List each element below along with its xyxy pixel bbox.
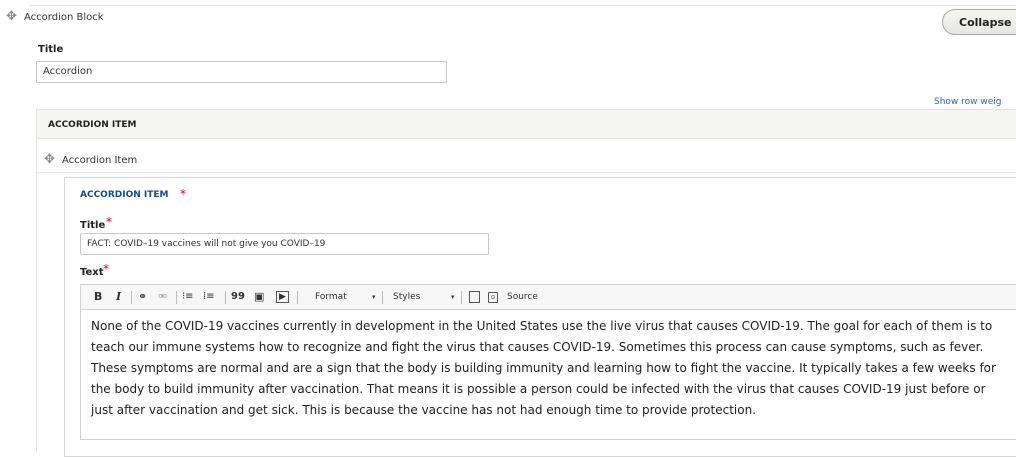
- show-row-weights-link[interactable]: Show row weig: [934, 97, 1002, 107]
- bold-button[interactable]: B: [94, 290, 102, 304]
- link-icon[interactable]: ⚭: [138, 290, 147, 304]
- drag-handle-icon[interactable]: ✥: [44, 152, 55, 167]
- format-dropdown[interactable]: Format: [315, 290, 347, 304]
- toolbar-separator: [461, 291, 462, 304]
- toolbar-separator: [131, 291, 132, 304]
- item-title-label: Title: [80, 220, 106, 231]
- inner-accordion-item-header: ACCORDION ITEM: [80, 190, 169, 200]
- editor-toolbar: B I ⚭ ⚮ ⁝≡ ⁞≡ 99 ▣ ▶ Format ▾ Styles ▾ ⊙…: [80, 284, 1016, 310]
- block-label: Accordion Block: [24, 12, 104, 23]
- source-button[interactable]: Source: [507, 290, 538, 304]
- text-label: Text: [80, 267, 104, 278]
- toolbar-separator: [382, 291, 383, 304]
- accordion-item-row-label: Accordion Item: [62, 155, 138, 166]
- required-marker: *: [106, 215, 112, 229]
- bulleted-list-icon[interactable]: ⁝≡: [182, 290, 194, 304]
- top-divider: [30, 5, 1016, 6]
- numbered-list-icon[interactable]: ⁞≡: [203, 290, 215, 304]
- title-input[interactable]: Accordion: [36, 61, 447, 83]
- image-icon[interactable]: ▣: [254, 290, 264, 304]
- format-dropdown-arrow-icon[interactable]: ▾: [372, 290, 376, 304]
- title-label: Title: [38, 44, 64, 55]
- accordion-item-table-header: ACCORDION ITEM: [36, 109, 1016, 139]
- styles-dropdown[interactable]: Styles: [393, 290, 420, 304]
- required-marker: *: [103, 262, 109, 276]
- text-editor-body[interactable]: None of the COVID-19 vaccines currently …: [80, 310, 1016, 440]
- item-title-input[interactable]: FACT: COVID–19 vaccines will not give yo…: [80, 233, 489, 255]
- toolbar-separator: [176, 291, 177, 304]
- italic-button[interactable]: I: [116, 290, 121, 304]
- maximize-icon[interactable]: [469, 291, 480, 303]
- toolbar-separator: [297, 291, 298, 304]
- accordion-item-header-text: ACCORDION ITEM: [48, 120, 137, 130]
- styles-dropdown-arrow-icon[interactable]: ▾: [451, 290, 455, 304]
- table-left-border: [36, 139, 37, 451]
- toolbar-separator: [225, 291, 226, 304]
- required-marker: *: [180, 187, 186, 201]
- collapse-button[interactable]: Collapse: [942, 9, 1016, 35]
- blockquote-icon[interactable]: 99: [231, 290, 245, 304]
- unlink-icon[interactable]: ⚮: [158, 290, 167, 304]
- media-embed-icon[interactable]: ▶: [276, 291, 289, 303]
- drag-handle-icon[interactable]: ✥: [6, 9, 17, 24]
- row-divider: [36, 172, 1016, 173]
- source-icon[interactable]: ⊙: [488, 292, 498, 303]
